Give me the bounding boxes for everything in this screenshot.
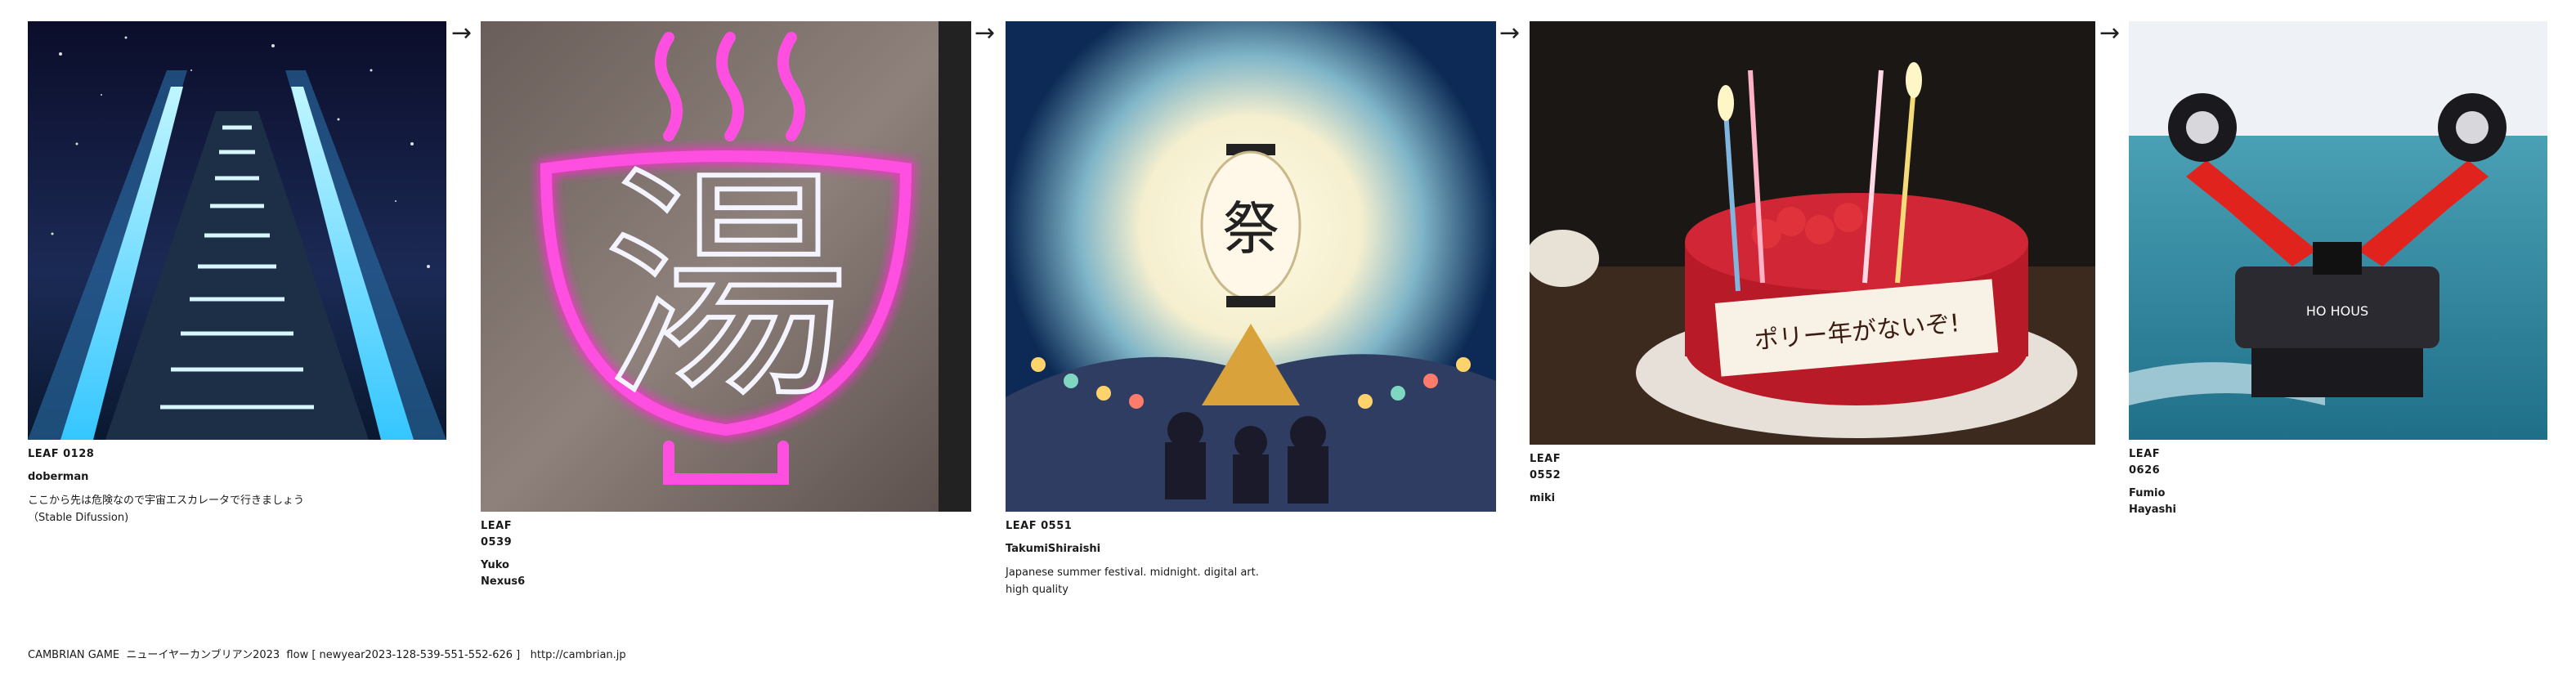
leaf-id: LEAF 0128	[28, 448, 95, 460]
leaf-caption: LEAF 0626 Fumio Hayashi	[2129, 446, 2176, 518]
footer: CAMBRIAN GAME ニューイヤーカンブリアン2023 flow [ ne…	[28, 646, 626, 661]
leaf-caption: LEAF 0539 Yuko Nexus6	[481, 518, 525, 590]
space-escalator-picture	[28, 21, 446, 440]
leaf-id: LEAF 0539	[481, 520, 513, 548]
leaf-caption: LEAF 0128 doberman ここから先は危険なので宇宙エスカレータで行…	[28, 446, 306, 526]
leaf-caption: LEAF 0552 miki	[1530, 451, 1561, 507]
robot-label: HO HOUS	[2306, 303, 2368, 319]
leaf-image-summer-festival[interactable]: 祭	[1006, 21, 1496, 512]
birthday-cake-picture: ポリー年がないぞ!	[1530, 21, 2095, 445]
leaf-id: LEAF 0626	[2129, 448, 2161, 477]
leaf-author[interactable]: Yuko Nexus6	[481, 557, 525, 590]
lantern-glyph: 祭	[1222, 195, 1279, 262]
neon-yu-sign-picture: 湯	[481, 21, 971, 512]
leaf-author[interactable]: TakumiShiraishi	[1006, 541, 1284, 557]
leaf-description: ここから先は危険なので宇宙エスカレータで行きましょう（Stable Difuss…	[28, 495, 305, 524]
flow-arrow: →	[2099, 19, 2121, 47]
leaf-caption: LEAF 0551 TakumiShiraishi Japanese summe…	[1006, 518, 1284, 598]
leaf-image-space-escalator[interactable]	[28, 21, 446, 440]
leaf-author[interactable]: miki	[1530, 490, 1561, 507]
flow-arrow: →	[1499, 19, 1521, 47]
summer-festival-picture: 祭	[1006, 21, 1496, 512]
leaf-description: Japanese summer festival. midnight. digi…	[1006, 566, 1259, 596]
leaf-author[interactable]: Fumio Hayashi	[2129, 486, 2176, 518]
flow-arrow: →	[974, 19, 996, 47]
flow-arrow: →	[451, 19, 473, 47]
leaf-author[interactable]: doberman	[28, 469, 306, 486]
neon-sign-glyph: 湯	[603, 145, 849, 431]
leaf-id: LEAF 0551	[1006, 520, 1073, 532]
footer-link[interactable]: http://cambrian.jp	[531, 649, 626, 661]
leaf-image-neon-yu-sign[interactable]: 湯	[481, 21, 971, 512]
leaf-image-robot-in-sea[interactable]: HO HOUS	[2129, 21, 2547, 440]
leaf-image-birthday-cake[interactable]: ポリー年がないぞ!	[1530, 21, 2095, 445]
footer-text: CAMBRIAN GAME ニューイヤーカンブリアン2023 flow [ ne…	[28, 649, 521, 661]
robot-in-sea-picture: HO HOUS	[2129, 21, 2547, 440]
leaf-id: LEAF 0552	[1530, 453, 1561, 481]
